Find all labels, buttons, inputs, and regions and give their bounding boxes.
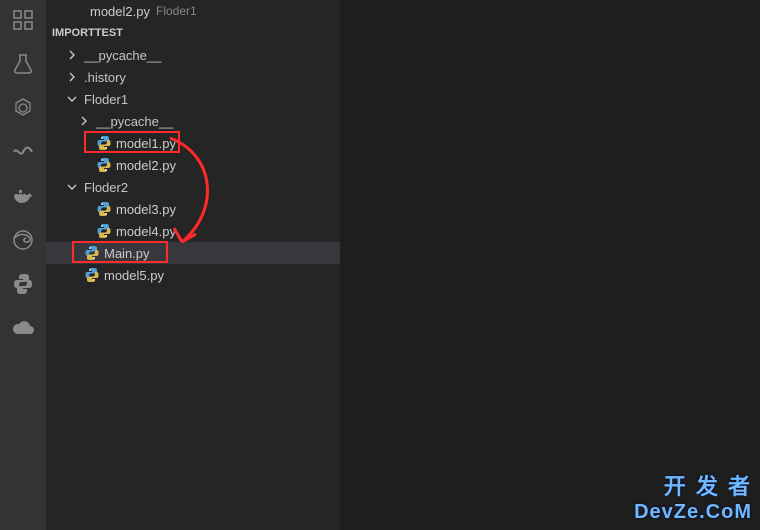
chevron-right-icon	[64, 69, 80, 85]
python-file-icon	[96, 201, 112, 217]
workspace-name: IMPORTTEST	[52, 27, 123, 39]
python-file-icon	[84, 245, 100, 261]
extensions-icon[interactable]	[11, 8, 35, 32]
chevron-down-icon	[64, 91, 80, 107]
editor-area	[340, 0, 760, 530]
python-file-icon	[96, 135, 112, 151]
open-editor-path: Floder1	[156, 4, 197, 18]
open-editor-row[interactable]: model2.py Floder1	[46, 0, 340, 22]
file-label: model4.py	[116, 224, 176, 239]
folder-row[interactable]: Floder2	[46, 176, 340, 198]
file-row[interactable]: model4.py	[46, 220, 340, 242]
folder-row[interactable]: __pycache__	[46, 110, 340, 132]
chevron-down-icon	[64, 179, 80, 195]
file-row[interactable]: model3.py	[46, 198, 340, 220]
folder-label: Floder1	[84, 92, 128, 107]
chevron-right-icon	[64, 47, 80, 63]
open-editor-filename: model2.py	[90, 4, 150, 19]
openai-icon[interactable]	[11, 96, 35, 120]
cloud-icon[interactable]	[11, 316, 35, 340]
file-tree: __pycache__ .history Floder1 __pycache__mod…	[46, 44, 340, 530]
folder-row[interactable]: __pycache__	[46, 44, 340, 66]
edge-icon[interactable]	[11, 228, 35, 252]
beaker-icon[interactable]	[11, 52, 35, 76]
wave-icon[interactable]	[11, 140, 35, 164]
sidebar-explorer: model2.py Floder1 IMPORTTEST __pycache__…	[46, 0, 340, 530]
file-row[interactable]: model2.py	[46, 154, 340, 176]
file-label: model3.py	[116, 202, 176, 217]
folder-label: __pycache__	[84, 48, 161, 63]
file-row[interactable]: model5.py	[46, 264, 340, 286]
python-file-icon	[96, 223, 112, 239]
file-row[interactable]: Main.py	[46, 242, 340, 264]
folder-row[interactable]: Floder1	[46, 88, 340, 110]
file-label: model1.py	[116, 136, 176, 151]
folder-label: Floder2	[84, 180, 128, 195]
file-label: model2.py	[116, 158, 176, 173]
docker-icon[interactable]	[11, 184, 35, 208]
workspace-section-header[interactable]: IMPORTTEST	[46, 22, 340, 44]
chevron-right-icon	[76, 113, 92, 129]
file-label: model5.py	[104, 268, 164, 283]
folder-row[interactable]: .history	[46, 66, 340, 88]
file-label: Main.py	[104, 246, 150, 261]
activity-bar	[0, 0, 46, 530]
file-row[interactable]: model1.py	[46, 132, 340, 154]
python-file-icon	[96, 157, 112, 173]
python-file-icon	[84, 267, 100, 283]
folder-label: __pycache__	[96, 114, 173, 129]
folder-label: .history	[84, 70, 126, 85]
python-icon[interactable]	[11, 272, 35, 296]
